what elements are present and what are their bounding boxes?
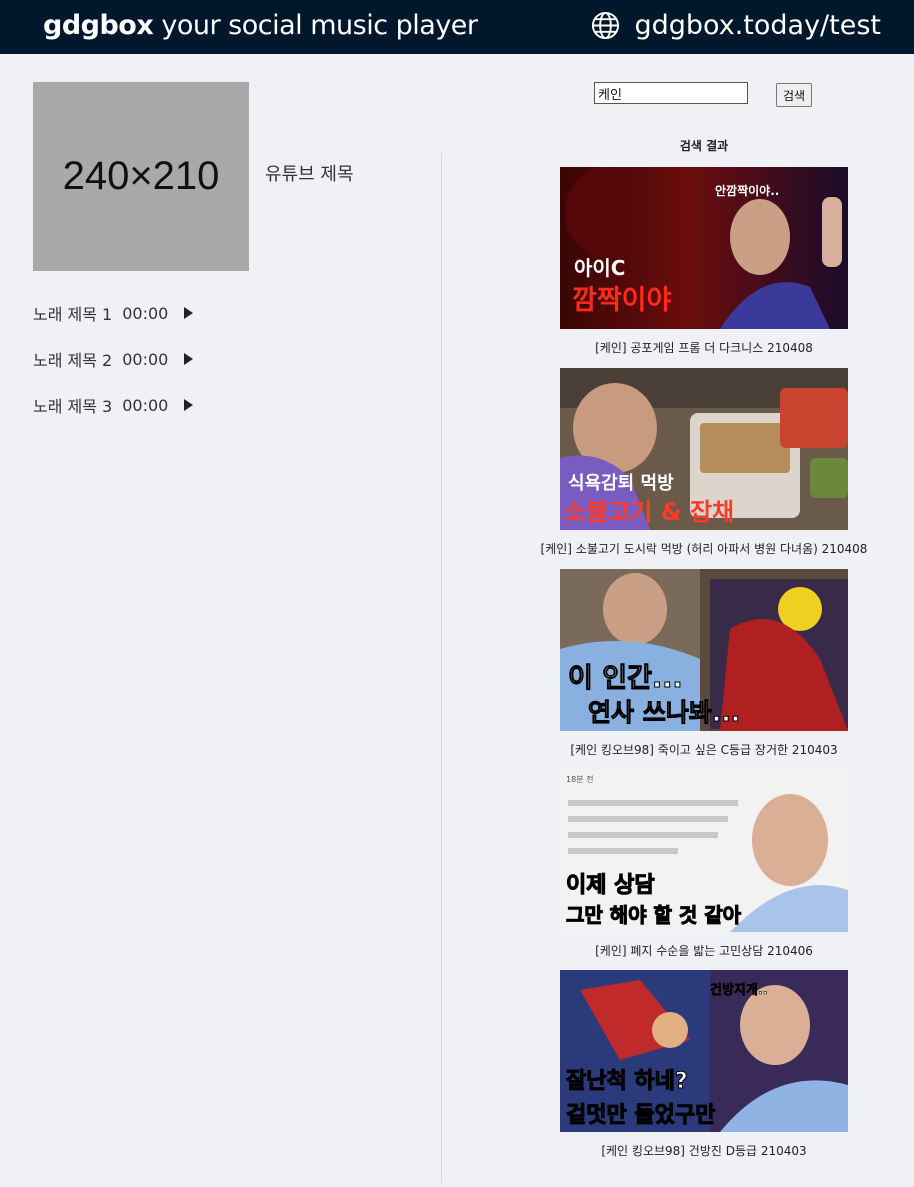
globe-icon [592,11,620,40]
results-heading: 검색 결과 [679,139,729,153]
result-thumbnail[interactable]: 이 인간... 연사 쓰나봐... [560,569,848,731]
top-bar: gdgbox your social music player gdgbox.t… [0,0,914,54]
song-title: 노래 제목 2 [33,351,113,370]
result-item[interactable]: 식욕감퇴 먹방 소불고기 & 잡채 [케인] 소불고기 도시락 먹방 (허리 아… [530,368,878,557]
search-input[interactable] [594,82,748,104]
overlay-caption: 소불고기 & 잡채 [564,498,734,526]
song-time: 00:00 [122,395,169,415]
youtube-title: 유튜브 제목 [265,164,354,185]
result-title[interactable]: [케인 킹오브98] 죽이고 싶은 C등급 장거한 210403 [530,741,878,758]
brand-tagline: your social music player [153,10,478,41]
search-button[interactable]: 검색 [776,83,813,107]
overlay-caption: 연사 쓰나봐... [588,698,740,727]
result-item[interactable]: 안깜짝이야.. 아이C 깜짝이야 [케인] 공포게임 프롬 더 다크니스 210… [530,167,878,356]
song-item[interactable]: 노래 제목 1 00:00 [33,290,194,336]
overlay-caption: 안깜짝이야.. [715,183,779,198]
song-item[interactable]: 노래 제목 2 00:00 [33,336,194,382]
song-title: 노래 제목 1 [33,305,113,324]
overlay-caption: 건방지게.. [710,982,768,998]
thumbnail-placeholder-text: 240×210 [62,154,220,198]
player-thumbnail: 240×210 [33,82,249,271]
overlay-caption: 잘난척 하네? [566,1069,688,1094]
play-icon[interactable] [184,353,194,365]
overlay-caption: 겉멋만 들었구만 [566,1103,715,1128]
site-link[interactable]: gdgbox.today/test [591,10,881,41]
brand[interactable]: gdgbox your social music player [43,10,478,41]
result-thumbnail[interactable]: 안깜짝이야.. 아이C 깜짝이야 [560,167,848,329]
result-title[interactable]: [케인] 소불고기 도시락 먹방 (허리 아파서 병원 다녀옴) 210408 [530,540,878,557]
overlay-caption: 식욕감퇴 먹방 [568,473,674,494]
overlay-caption: 아이C [574,256,625,280]
result-item[interactable]: 건방지게.. 잘난척 하네? 겉멋만 들었구만 [케인 킹오브98] 건방진 D… [530,970,878,1159]
overlay-caption: 그만 해야 할 것 같아 [566,903,742,927]
site-url: gdgbox.today/test [634,10,881,41]
result-title[interactable]: [케인] 공포게임 프롬 더 다크니스 210408 [530,339,878,356]
play-icon[interactable] [184,307,194,319]
overlay-caption: 깜짝이야 [572,285,672,316]
play-icon[interactable] [184,399,194,411]
result-title[interactable]: [케인] 폐지 수순을 밟는 고민상담 210406 [530,942,878,959]
column-divider [441,153,442,1183]
result-thumbnail[interactable]: 18분 전 이제 상담 그만 해야 할 것 같아 [560,770,848,932]
result-thumbnail[interactable]: 식욕감퇴 먹방 소불고기 & 잡채 [560,368,848,530]
song-title: 노래 제목 3 [33,397,113,416]
result-item[interactable]: 이 인간... 연사 쓰나봐... [케인 킹오브98] 죽이고 싶은 C등급 … [530,569,878,758]
result-thumbnail[interactable]: 건방지게.. 잘난척 하네? 겉멋만 들었구만 [560,970,848,1132]
overlay-caption: 18분 전 [566,774,593,784]
song-time: 00:00 [122,303,169,323]
brand-name: gdgbox [43,10,154,41]
song-list: 노래 제목 1 00:00 노래 제목 2 00:00 노래 제목 3 00:0… [33,290,194,428]
result-title[interactable]: [케인 킹오브98] 건방진 D등급 210403 [530,1142,878,1159]
overlay-caption: 이제 상담 [566,873,655,898]
song-time: 00:00 [122,349,169,369]
song-item[interactable]: 노래 제목 3 00:00 [33,382,194,428]
result-item[interactable]: 18분 전 이제 상담 그만 해야 할 것 같아 [케인] 폐지 수순을 밟는 … [530,770,878,959]
overlay-caption: 이 인간... [568,663,683,694]
